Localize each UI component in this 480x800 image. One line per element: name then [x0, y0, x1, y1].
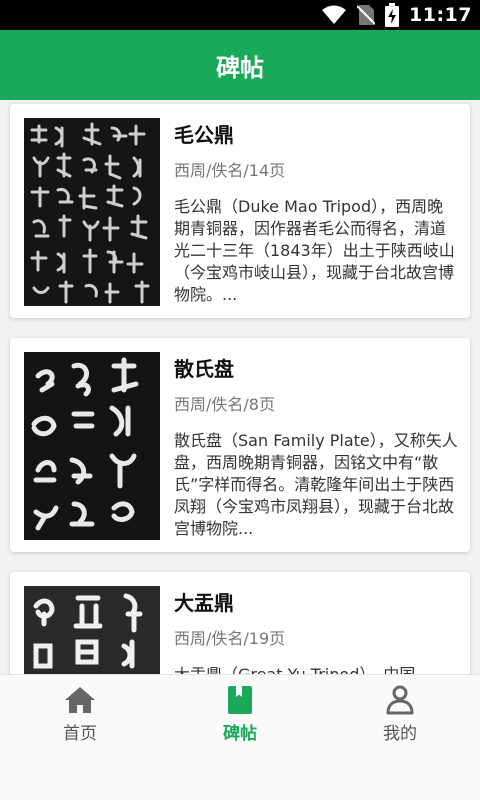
list-item[interactable]: 毛公鼎 西周/佚名/14页 毛公鼎（Duke Mao Tripod），西周晚期青…: [10, 104, 470, 318]
item-text: 散氏盘 西周/佚名/8页 散氏盘（San Family Plate），又称矢人盘…: [174, 352, 458, 540]
no-sim-icon: [357, 5, 376, 25]
item-description: 散氏盘（San Family Plate），又称矢人盘，西周晚期青铜器，因铭文中…: [174, 431, 458, 538]
item-title: 散氏盘: [174, 357, 234, 381]
item-title: 大盂鼎: [174, 591, 234, 615]
list-item[interactable]: 散氏盘 西周/佚名/8页 散氏盘（San Family Plate），又称矢人盘…: [10, 338, 470, 552]
bottom-spacer: [0, 752, 480, 800]
list-item[interactable]: 大盂鼎 西周/佚名/19页 大盂鼎（Great Yu Tripod），中国: [10, 572, 470, 674]
nav-item-rubbings[interactable]: 碑帖: [160, 675, 320, 753]
nav-label: 首页: [63, 724, 97, 744]
item-meta: 西周/佚名/14页: [174, 161, 286, 180]
status-bar: 11:17: [0, 0, 480, 30]
nav-item-profile[interactable]: 我的: [320, 675, 480, 753]
item-meta: 西周/佚名/8页: [174, 395, 275, 414]
item-text: 毛公鼎 西周/佚名/14页 毛公鼎（Duke Mao Tripod），西周晚期青…: [174, 118, 458, 306]
item-list[interactable]: 毛公鼎 西周/佚名/14页 毛公鼎（Duke Mao Tripod），西周晚期青…: [0, 100, 480, 674]
nav-item-home[interactable]: 首页: [0, 675, 160, 753]
item-meta: 西周/佚名/19页: [174, 629, 286, 648]
home-icon: [65, 687, 95, 713]
item-title: 毛公鼎: [174, 123, 234, 147]
rubbing-image: [24, 586, 160, 674]
battery-charging-icon: [385, 3, 400, 27]
item-description: 毛公鼎（Duke Mao Tripod），西周晚期青铜器，因作器者毛公而得名，清…: [174, 197, 455, 304]
nav-label: 碑帖: [223, 724, 257, 744]
book-icon: [228, 686, 252, 714]
wifi-icon: [322, 5, 347, 24]
rubbing-image: [24, 352, 160, 540]
status-time: 11:17: [409, 4, 472, 26]
nav-label: 我的: [383, 724, 417, 744]
bottom-nav: 首页 碑帖 我的: [0, 674, 480, 753]
user-icon: [386, 685, 414, 715]
rubbing-thumbnail: [24, 352, 160, 540]
status-icons: 11:17: [321, 0, 472, 30]
rubbing-thumbnail: [24, 586, 160, 674]
app-bar: 碑帖: [0, 30, 480, 100]
page-title: 碑帖: [216, 53, 264, 82]
rubbing-image: [24, 118, 160, 306]
item-text: 大盂鼎 西周/佚名/19页 大盂鼎（Great Yu Tripod），中国: [174, 586, 458, 674]
rubbing-thumbnail: [24, 118, 160, 306]
item-description: 大盂鼎（Great Yu Tripod），中国: [174, 664, 458, 674]
